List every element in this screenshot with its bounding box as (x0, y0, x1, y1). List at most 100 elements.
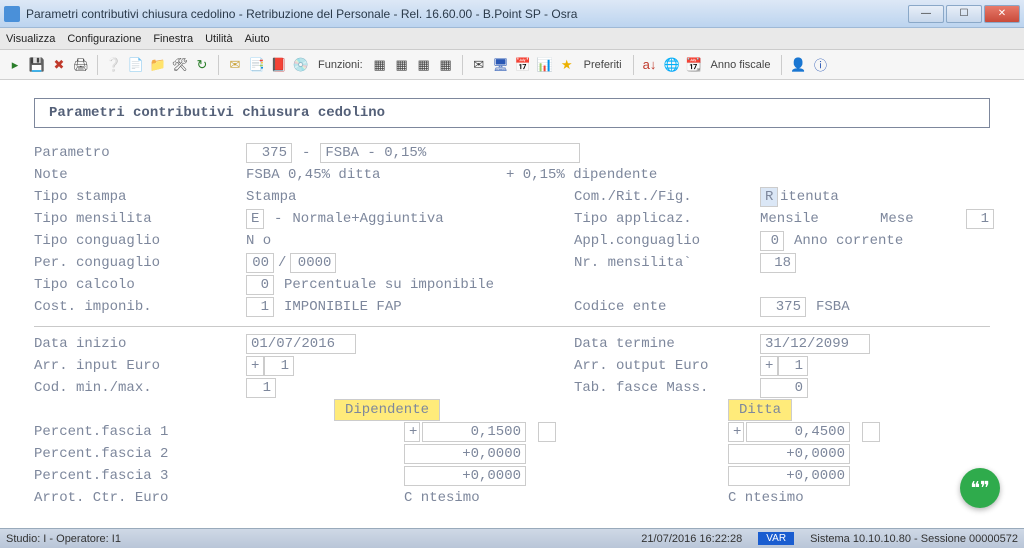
menu-visualizza[interactable]: Visualizza (6, 33, 55, 45)
tool-delete-icon[interactable]: ✖ (50, 56, 68, 74)
pf1-dit-value: 0,4500 (746, 422, 850, 442)
tipo-stampa-label: Tipo stampa (34, 189, 246, 205)
codice-ente-code: 375 (760, 297, 806, 317)
pf1-dit-minibox[interactable] (862, 422, 880, 442)
app-icon (4, 6, 20, 22)
per-conguaglio-b: 0000 (290, 253, 336, 273)
pf1-dip-sign: + (404, 422, 420, 442)
note-label: Note (34, 167, 246, 183)
arrot-ctr-label: Arrot. Ctr. Euro (34, 490, 246, 506)
tool-run-icon[interactable]: ▸ (6, 56, 24, 74)
tipo-stampa-value: Stampa (246, 189, 296, 205)
data-termine-value: 31/12/2099 (760, 334, 870, 354)
arr-output-sign: + (760, 356, 778, 376)
pf3-dit-value: +0,0000 (728, 466, 850, 486)
menu-utilita[interactable]: Utilità (205, 33, 233, 45)
arr-input-sign: + (246, 356, 264, 376)
menu-bar: Visualizza Configurazione Finestra Utili… (0, 28, 1024, 50)
percent-fascia-2-label: Percent.fascia 2 (34, 446, 246, 462)
favorites-star-icon[interactable]: ★ (558, 56, 576, 74)
arr-output-value: 1 (778, 356, 808, 376)
mese-value: 1 (966, 209, 994, 229)
chat-fab-button[interactable]: ❝❞ (960, 468, 1000, 508)
pf1-dip-value: 0,1500 (422, 422, 526, 442)
tool-folder-icon[interactable]: 📁 (149, 56, 167, 74)
parametro-desc: FSBA - 0,15% (320, 143, 580, 163)
data-inizio-value: 01/07/2016 (246, 334, 356, 354)
appl-conguaglio-value: Anno corrente (794, 233, 903, 249)
centesimo-dip: C ntesimo (404, 490, 480, 506)
percent-fascia-3-label: Percent.fascia 3 (34, 468, 246, 484)
fn-envelope-icon[interactable]: ✉ (470, 56, 488, 74)
cod-min-max-label: Cod. min./max. (34, 380, 246, 396)
tool-help-icon[interactable]: ❔ (105, 56, 123, 74)
toolbar-preferiti-label[interactable]: Preferiti (584, 59, 622, 71)
arr-input-value: 1 (264, 356, 294, 376)
tool-refresh-icon[interactable]: ↻ (193, 56, 211, 74)
window-titlebar: Parametri contributivi chiusura cedolino… (0, 0, 1024, 28)
cod-min-max-value: 1 (246, 378, 276, 398)
fn-calendar-icon[interactable]: 📅 (514, 56, 532, 74)
arr-output-label: Arr. output Euro (574, 358, 760, 374)
tipo-calcolo-code: 0 (246, 275, 274, 295)
tool-book-icon[interactable]: 📕 (270, 56, 288, 74)
fn-3-icon[interactable]: ▦ (415, 56, 433, 74)
note-b: + 0,15% dipendente (506, 167, 657, 183)
status-studio: Studio: I - Operatore: I1 (6, 533, 121, 545)
cost-imponib-code: 1 (246, 297, 274, 317)
per-conguaglio-label: Per. conguaglio (34, 255, 246, 271)
tipo-mensilita-code: E (246, 209, 264, 229)
tipo-applicaz-value: Mensile (760, 211, 880, 227)
year-icon[interactable]: 📆 (685, 56, 703, 74)
text-icon[interactable]: a↓ (641, 56, 659, 74)
tipo-mensilita-value: Normale+Aggiuntiva (292, 211, 443, 227)
toolbar-anno-label[interactable]: Anno fiscale (711, 59, 771, 71)
tool-print-icon[interactable]: 🖨 (72, 56, 90, 74)
parametro-label: Parametro (34, 145, 246, 161)
centesimo-dit: C ntesimo (728, 490, 804, 506)
tool-disk-icon[interactable]: 💿 (292, 56, 310, 74)
window-title: Parametri contributivi chiusura cedolino… (26, 7, 908, 21)
world-icon[interactable]: 🌐 (663, 56, 681, 74)
window-close-button[interactable]: ✕ (984, 5, 1020, 23)
window-maximize-button[interactable]: ☐ (946, 5, 982, 23)
com-code-input[interactable]: R (760, 187, 778, 207)
pf2-dip-value: +0,0000 (404, 444, 526, 464)
percent-fascia-1-label: Percent.fascia 1 (34, 424, 246, 440)
tool-stack-icon[interactable]: 📑 (248, 56, 266, 74)
mese-label: Mese (880, 211, 936, 227)
fn-1-icon[interactable]: ▦ (371, 56, 389, 74)
note-a: FSBA 0,45% ditta (246, 167, 506, 183)
fn-screen-icon[interactable]: 🖥 (492, 56, 510, 74)
fn-chart-icon[interactable]: 📊 (536, 56, 554, 74)
cost-imponib-label: Cost. imponib. (34, 299, 246, 315)
pf3-dip-value: +0,0000 (404, 466, 526, 486)
fn-2-icon[interactable]: ▦ (393, 56, 411, 74)
tool-mail-icon[interactable]: ✉ (226, 56, 244, 74)
tool-tool-icon[interactable]: 🛠 (171, 56, 189, 74)
tool-doc-icon[interactable]: 📄 (127, 56, 145, 74)
pf1-dip-minibox[interactable] (538, 422, 556, 442)
com-value: itenuta (780, 189, 839, 205)
appl-conguaglio-label: Appl.conguaglio (574, 233, 760, 249)
window-minimize-button[interactable]: — (908, 5, 944, 23)
tipo-applicaz-label: Tipo applicaz. (574, 211, 760, 227)
parametro-code: 375 (246, 143, 292, 163)
status-session: Sistema 10.10.10.80 - Sessione 00000572 (810, 533, 1018, 545)
data-inizio-label: Data inizio (34, 336, 246, 352)
quote-icon: ❝❞ (970, 478, 989, 499)
tool-save-icon[interactable]: 💾 (28, 56, 46, 74)
menu-aiuto[interactable]: Aiuto (245, 33, 270, 45)
menu-finestra[interactable]: Finestra (153, 33, 193, 45)
codice-ente-label: Codice ente (574, 299, 760, 315)
info-icon[interactable]: ⓘ (811, 56, 829, 74)
menu-configurazione[interactable]: Configurazione (67, 33, 141, 45)
cost-imponib-value: IMPONIBILE FAP (284, 299, 402, 315)
fn-4-icon[interactable]: ▦ (437, 56, 455, 74)
form-area: Parametri contributivi chiusura cedolino… (0, 80, 1024, 528)
tab-fasce-label: Tab. fasce Mass. (574, 380, 760, 396)
per-conguaglio-a: 00 (246, 253, 274, 273)
nr-mensilita-value: 18 (760, 253, 796, 273)
user-icon[interactable]: 👤 (789, 56, 807, 74)
tipo-conguaglio-value: N o (246, 233, 271, 249)
